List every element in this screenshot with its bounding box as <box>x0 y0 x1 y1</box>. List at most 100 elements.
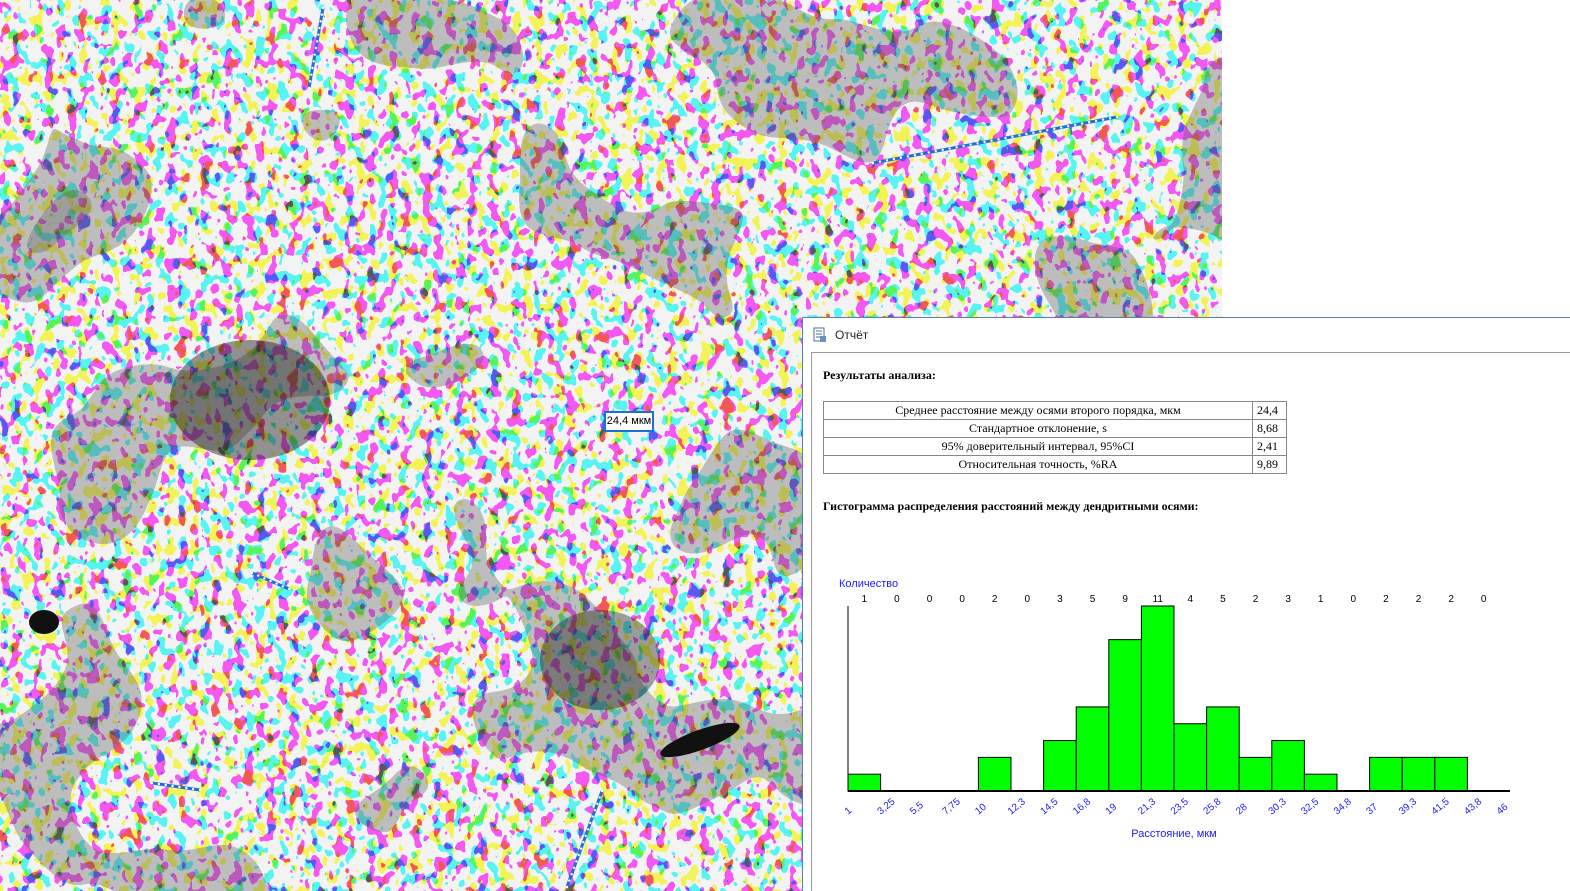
x-tick-label: 21,3 <box>1136 796 1158 817</box>
result-value: 9,89 <box>1252 455 1287 474</box>
results-row: Среднее расстояние между осями второго п… <box>823 401 1287 420</box>
measurement-point <box>1025 132 1028 136</box>
measurement-point <box>1004 136 1007 140</box>
count-label: 0 <box>1351 594 1357 605</box>
measurement-point <box>314 46 318 50</box>
measurement-point <box>287 587 291 591</box>
measurement-point <box>319 20 322 23</box>
x-tick-label: 34,8 <box>1332 796 1354 817</box>
x-tick-label: 3,25 <box>875 796 897 817</box>
count-label: 3 <box>1057 594 1063 605</box>
measurement-point <box>191 787 195 791</box>
measurement-point <box>885 159 889 162</box>
measurement-point <box>582 841 585 844</box>
measurement-point <box>941 148 944 152</box>
measurement-point <box>584 834 587 837</box>
results-row: 95% доверительный интервал, 95%CI 2,41 <box>823 437 1287 456</box>
measurement-point <box>577 853 580 857</box>
measurement-point <box>281 585 285 588</box>
measurement-point <box>1053 127 1056 131</box>
x-tick-label: 1 <box>843 805 855 817</box>
x-tick-label: 14,5 <box>1038 796 1060 817</box>
measurement-point <box>198 788 202 792</box>
measurement-point <box>899 156 903 159</box>
x-tick-label: 46 <box>1495 801 1511 817</box>
count-label: 5 <box>1090 594 1096 605</box>
histogram-bar <box>1369 756 1403 792</box>
x-tick-label: 5,5 <box>908 800 926 818</box>
measurement-point <box>976 142 979 145</box>
measurement-point <box>1011 135 1014 138</box>
measurement-label[interactable]: 24,4 мкм <box>604 411 654 432</box>
results-heading: Результаты анализа: <box>823 368 936 382</box>
result-label: Относительная точность, %RA <box>823 455 1253 474</box>
results-row: Относительная точность, %RA 9,89 <box>823 455 1287 474</box>
count-label: 1 <box>862 594 868 605</box>
results-table: Среднее расстояние между осями второго п… <box>823 401 1287 474</box>
y-axis-title: Количество <box>839 578 898 590</box>
report-titlebar[interactable]: Отчёт <box>803 318 1570 352</box>
measurement-point <box>307 86 311 90</box>
x-tick-label: 12,3 <box>1006 796 1028 817</box>
measurement-point <box>575 860 578 863</box>
measurement-point <box>997 138 1000 141</box>
measurement-point <box>185 786 188 790</box>
result-label: Среднее расстояние между осями второго п… <box>823 401 1253 420</box>
count-label: 2 <box>1448 594 1454 605</box>
histogram-bar <box>1206 706 1240 792</box>
measurement-point <box>275 582 278 585</box>
measurement-point <box>150 781 154 785</box>
measurement-point <box>591 815 594 818</box>
count-label: 2 <box>1416 594 1422 605</box>
x-tick-label: 10 <box>973 801 989 817</box>
measurement-point <box>934 149 937 153</box>
x-tick-label: 7,75 <box>941 796 963 817</box>
histogram-bar <box>1173 723 1208 792</box>
measurement-point <box>1018 134 1021 137</box>
histogram-bar <box>1401 756 1436 792</box>
measurement-point <box>1032 131 1035 134</box>
x-tick-label: 32,5 <box>1299 796 1321 817</box>
measurement-point <box>178 785 181 789</box>
measurement-point <box>572 866 576 869</box>
histogram-bar <box>1271 740 1305 792</box>
measurement-point <box>171 784 174 788</box>
x-tick-label: 16,8 <box>1071 796 1093 817</box>
count-label: 4 <box>1188 594 1194 605</box>
histogram-bar <box>1108 639 1142 792</box>
measurement-point <box>892 157 896 161</box>
dark-pore <box>29 610 59 634</box>
histogram-bar <box>977 756 1012 792</box>
measurement-point <box>878 160 882 163</box>
measurement-point <box>962 144 965 148</box>
result-value: 24,4 <box>1252 401 1287 420</box>
measurement-point <box>600 789 604 793</box>
measurement-point <box>320 13 324 16</box>
measurement-point <box>983 140 986 144</box>
report-window[interactable]: Отчёт Результаты анализа: Среднее рассто… <box>802 317 1570 891</box>
dark-inclusion <box>540 610 660 710</box>
x-tick-label: 30,3 <box>1267 796 1289 817</box>
x-tick-label: 39,3 <box>1397 796 1419 817</box>
x-axis-title: Расстояние, мкм <box>1131 828 1216 839</box>
count-label: 2 <box>992 594 998 605</box>
count-label: 11 <box>1153 594 1164 605</box>
measurement-point <box>1094 119 1098 123</box>
histogram-bar <box>1043 740 1077 792</box>
measurement-point <box>1108 117 1112 120</box>
histogram-bar <box>1238 756 1273 792</box>
measurement-point <box>269 579 272 583</box>
histogram-heading: Гистограмма распределения расстояний меж… <box>823 499 1199 513</box>
histogram-bar <box>1434 756 1468 792</box>
measurement-point <box>256 574 260 577</box>
result-value: 8,68 <box>1252 419 1287 438</box>
measurement-point <box>589 821 592 825</box>
measurement-point <box>927 151 930 154</box>
measurement-point <box>263 577 266 580</box>
x-tick-label: 41,5 <box>1430 796 1452 817</box>
measurement-point <box>955 146 958 149</box>
measurement-point <box>969 143 972 146</box>
x-tick-label: 23,5 <box>1169 796 1191 817</box>
measurement-point <box>315 40 319 43</box>
measurement-point <box>570 873 573 876</box>
